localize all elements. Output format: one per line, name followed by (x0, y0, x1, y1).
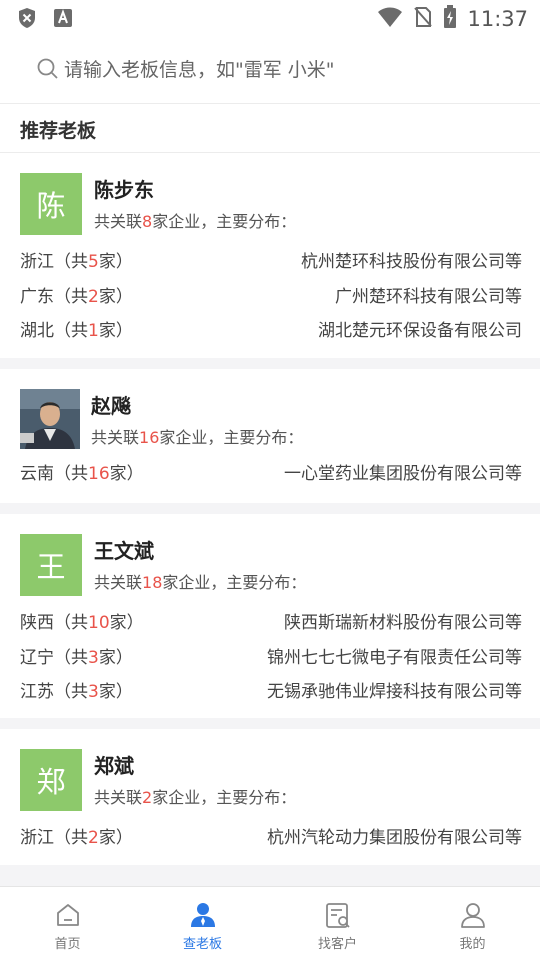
region-label: 广东（共2家） (20, 287, 133, 307)
company-name: 湖北楚元环保设备有限公司 (318, 321, 522, 341)
company-count: 16 (139, 428, 160, 447)
tab-label: 首页 (54, 937, 81, 952)
tab-label: 查老板 (182, 937, 222, 952)
avatar-photo (20, 389, 80, 449)
boss-name: 王文斌 (94, 539, 154, 563)
clock: 11:37 (467, 7, 528, 31)
company-name: 陕西斯瑞新材料股份有限公司等 (284, 613, 522, 633)
company-count: 2 (142, 788, 153, 807)
company-count: 18 (142, 573, 163, 592)
tab-find-customer[interactable]: 找客户 (270, 887, 405, 960)
avatar: 王 (20, 534, 82, 596)
region-label: 陕西（共10家） (20, 613, 144, 633)
boss-summary: 共关联16家企业，主要分布： (91, 428, 304, 447)
shield-icon (17, 7, 37, 33)
customer-search-icon (324, 901, 352, 929)
company-count: 8 (142, 212, 153, 231)
region-row[interactable]: 陕西（共10家） 陕西斯瑞新材料股份有限公司等 (20, 608, 522, 633)
region-label: 云南（共16家） (20, 464, 144, 484)
region-label: 辽宁（共3家） (20, 648, 133, 668)
avatar: 陈 (20, 173, 82, 235)
search-bar (0, 36, 540, 104)
avatar: 郑 (20, 749, 82, 811)
company-name: 锦州七七七微电子有限责任公司等 (267, 648, 522, 668)
boss-icon (189, 901, 217, 929)
boss-card[interactable]: 赵飚 共关联16家企业，主要分布： 云南（共16家） 一心堂药业集团股份有限公司… (0, 369, 540, 503)
section-title: 推荐老板 (20, 120, 97, 142)
profile-icon (459, 901, 487, 929)
company-name: 杭州汽轮动力集团股份有限公司等 (267, 828, 522, 848)
region-row[interactable]: 广东（共2家） 广州楚环科技有限公司等 (20, 282, 522, 307)
region-row[interactable]: 江苏（共3家） 无锡承驰伟业焊接科技有限公司等 (20, 677, 522, 702)
boss-card[interactable]: 郑 郑斌 共关联2家企业，主要分布： 浙江（共2家） 杭州汽轮动力集团股份有限公… (0, 729, 540, 865)
company-name: 无锡承驰伟业焊接科技有限公司等 (267, 682, 522, 702)
region-label: 浙江（共5家） (20, 252, 133, 272)
tab-profile[interactable]: 我的 (405, 887, 540, 960)
region-label: 江苏（共3家） (20, 682, 133, 702)
boss-name: 赵飚 (91, 394, 131, 418)
company-name: 广州楚环科技有限公司等 (335, 287, 522, 307)
wifi-icon (377, 6, 403, 32)
status-bar: 11:37 (0, 0, 540, 36)
boss-name: 郑斌 (94, 754, 134, 778)
tab-find-boss[interactable]: 查老板 (135, 887, 270, 960)
no-sim-icon (413, 6, 433, 32)
region-label: 浙江（共2家） (20, 828, 133, 848)
font-app-icon (53, 8, 73, 32)
bottom-tab-bar: 首页 查老板 找客户 我的 (0, 886, 540, 960)
tab-label: 找客户 (317, 937, 357, 952)
region-row[interactable]: 辽宁（共3家） 锦州七七七微电子有限责任公司等 (20, 643, 522, 668)
boss-card[interactable]: 陈 陈步东 共关联8家企业，主要分布： 浙江（共5家） 杭州楚环科技股份有限公司… (0, 153, 540, 358)
tab-home[interactable]: 首页 (0, 887, 135, 960)
boss-summary: 共关联2家企业，主要分布： (94, 788, 297, 807)
search-input[interactable] (64, 55, 504, 85)
boss-summary: 共关联8家企业，主要分布： (94, 212, 297, 231)
region-label: 湖北（共1家） (20, 321, 133, 341)
region-row[interactable]: 浙江（共5家） 杭州楚环科技股份有限公司等 (20, 247, 522, 272)
boss-name: 陈步东 (94, 178, 154, 202)
recommended-header: 推荐老板 (0, 104, 540, 153)
home-icon (54, 901, 82, 929)
region-row[interactable]: 湖北（共1家） 湖北楚元环保设备有限公司 (20, 316, 522, 341)
region-row[interactable]: 云南（共16家） 一心堂药业集团股份有限公司等 (20, 459, 522, 484)
tab-label: 我的 (459, 937, 486, 952)
boss-card[interactable]: 王 王文斌 共关联18家企业，主要分布： 陕西（共10家） 陕西斯瑞新材料股份有… (0, 514, 540, 718)
company-name: 杭州楚环科技股份有限公司等 (301, 252, 522, 272)
region-row[interactable]: 浙江（共2家） 杭州汽轮动力集团股份有限公司等 (20, 823, 522, 848)
search-icon (37, 58, 59, 84)
boss-summary: 共关联18家企业，主要分布： (94, 573, 307, 592)
company-name: 一心堂药业集团股份有限公司等 (284, 464, 522, 484)
battery-charging-icon (443, 5, 457, 33)
